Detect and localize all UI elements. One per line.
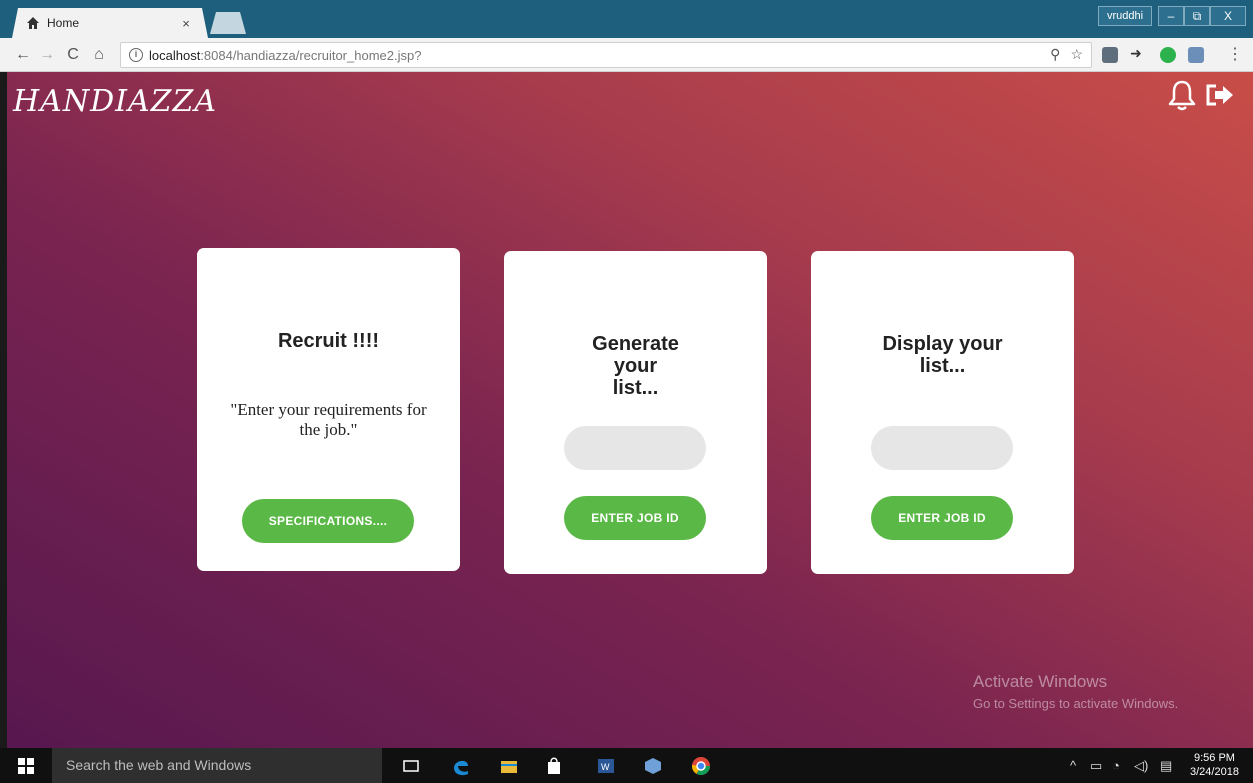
tab-home[interactable]: Home ×	[12, 8, 208, 38]
card-title: Display your list...	[882, 333, 1003, 377]
windows-start-icon[interactable]	[18, 758, 34, 774]
clock-time: 9:56 PM	[1193, 752, 1235, 764]
recruit-card: Recruit !!!! "Enter your requirements fo…	[197, 248, 460, 571]
task-view-icon[interactable]	[400, 755, 422, 777]
word-icon[interactable]: W	[595, 755, 617, 777]
reload-icon[interactable]: C	[64, 46, 82, 64]
home-button-icon[interactable]: ⌂	[90, 46, 108, 64]
tab-title: Home	[47, 16, 80, 30]
wifi-icon[interactable]: ◔	[1112, 758, 1120, 773]
card-title: Recruit !!!!	[277, 330, 380, 352]
page-viewport: HANDIAZZA Recruit !!!! "Enter your requi…	[7, 72, 1253, 748]
generate-job-id-input[interactable]	[564, 426, 706, 470]
display-enter-job-id-button[interactable]: ENTER JOB ID	[871, 496, 1013, 540]
bookmark-star-icon[interactable]: ☆	[1070, 46, 1083, 63]
forward-arrow-icon[interactable]: →	[38, 46, 56, 64]
store-icon[interactable]	[543, 755, 565, 777]
volume-icon[interactable]: ◁)	[1134, 758, 1148, 774]
url-text: localhost:8084/handiazza/recruitor_home2…	[149, 47, 422, 63]
new-tab-button[interactable]	[210, 12, 246, 34]
activation-watermark-subtitle: Go to Settings to activate Windows.	[973, 696, 1179, 711]
card-quote: "Enter your requirements for the job."	[230, 400, 427, 440]
windows-taskbar: Search the web and Windows W ^ ▭ ◔ ◁) ▤ …	[0, 748, 1253, 783]
tray-chevron-icon[interactable]: ^	[1070, 758, 1076, 773]
back-arrow-icon[interactable]: ←	[14, 46, 32, 64]
browser-toolbar: ← → C ⌂ i localhost:8084/handiazza/recru…	[0, 38, 1253, 72]
home-icon	[27, 17, 39, 29]
close-window-button[interactable]: X	[1210, 6, 1246, 26]
svg-text:W: W	[601, 762, 610, 772]
minimize-button[interactable]: –	[1158, 6, 1184, 26]
zoom-icon[interactable]: ⚲	[1050, 46, 1060, 63]
battery-icon[interactable]: ▭	[1090, 758, 1102, 774]
extension-icon[interactable]	[1102, 47, 1118, 63]
activation-watermark-title: Activate Windows	[973, 672, 1108, 691]
clock-date: 3/24/2018	[1190, 766, 1239, 778]
taskbar-search-box[interactable]: Search the web and Windows	[52, 748, 382, 783]
generate-enter-job-id-button[interactable]: ENTER JOB ID	[564, 496, 706, 540]
address-bar[interactable]: i localhost:8084/handiazza/recruitor_hom…	[120, 42, 1092, 68]
display-job-id-input[interactable]	[871, 426, 1013, 470]
display-list-card: Display your list... ENTER JOB ID	[811, 251, 1074, 574]
cube-extension-icon[interactable]	[1188, 47, 1204, 63]
bell-icon[interactable]	[1165, 78, 1199, 112]
virtualbox-icon[interactable]	[642, 755, 664, 777]
profile-name[interactable]: vruddhi	[1098, 6, 1153, 26]
restore-button[interactable]: ⧉	[1184, 6, 1210, 26]
grammarly-icon[interactable]	[1160, 47, 1176, 63]
tab-close-icon[interactable]: ×	[178, 16, 194, 31]
notification-icon[interactable]: ▤	[1160, 758, 1172, 774]
chrome-icon[interactable]	[690, 755, 712, 777]
card-title: Generate your list...	[592, 333, 679, 399]
share-arrow-icon[interactable]: ➜	[1130, 45, 1146, 61]
menu-dots-icon[interactable]: ⋮	[1226, 46, 1244, 64]
taskbar-clock[interactable]: 9:56 PM 3/24/2018	[1190, 751, 1239, 779]
browser-title-bar: Home × vruddhi – ⧉ X	[0, 0, 1253, 38]
generate-list-card: Generate your list... ENTER JOB ID	[504, 251, 767, 574]
logout-icon[interactable]	[1203, 78, 1237, 112]
edge-browser-icon[interactable]	[450, 755, 472, 777]
site-logo[interactable]: HANDIAZZA	[13, 84, 217, 119]
specifications-button[interactable]: SPECIFICATIONS....	[242, 499, 414, 543]
info-icon[interactable]: i	[129, 48, 143, 62]
file-explorer-icon[interactable]	[498, 755, 520, 777]
